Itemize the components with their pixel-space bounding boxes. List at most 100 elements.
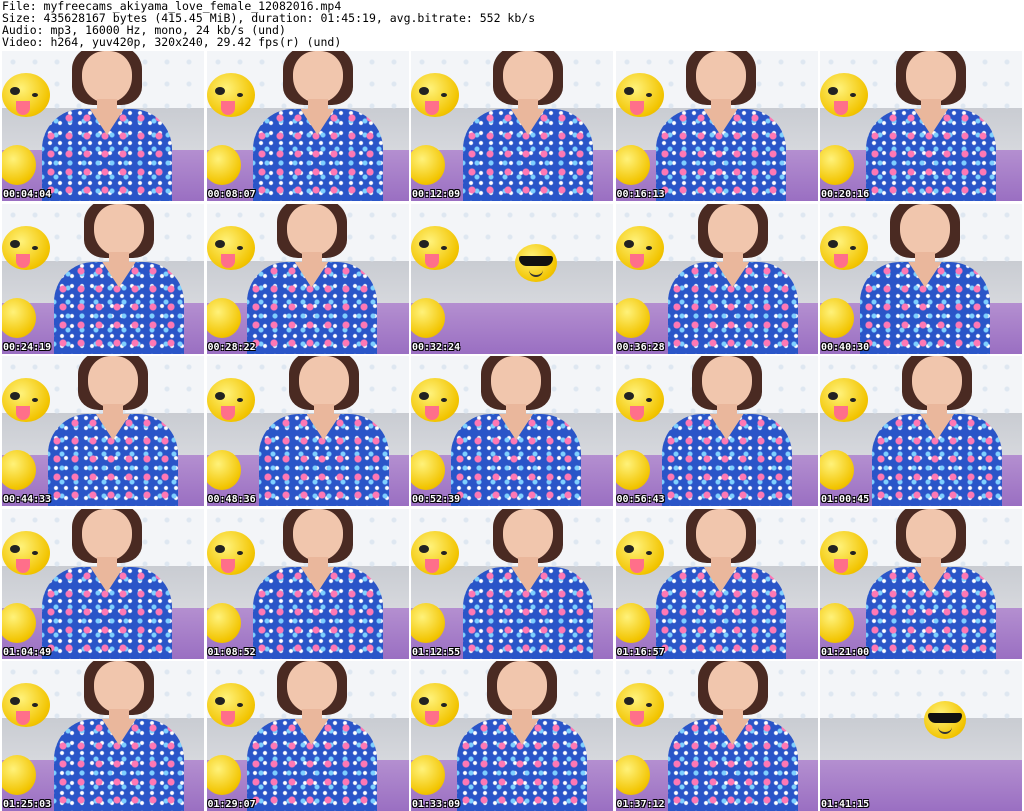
video-thumbnail: 01:00:45 — [820, 356, 1022, 506]
person-face — [491, 356, 541, 408]
video-thumbnail: 01:33:09 — [411, 661, 613, 811]
winking-emoji-pillow-icon — [2, 225, 50, 270]
video-thumbnail: 01:25:03 — [2, 661, 204, 811]
video-thumbnail: 00:36:28 — [615, 203, 818, 354]
winking-emoji-pillow-icon — [2, 378, 50, 422]
person-dress — [54, 261, 184, 354]
wall-pattern — [820, 661, 1022, 721]
video-thumbnail: 00:04:04 — [2, 51, 204, 201]
person-face — [707, 661, 758, 713]
person-dress — [866, 109, 996, 201]
timestamp-label: 01:12:55 — [412, 646, 461, 658]
video-thumbnail: 01:16:57 — [615, 508, 818, 659]
emoji-pillow-icon — [615, 297, 650, 338]
person-figure — [667, 661, 798, 811]
person-face — [94, 661, 144, 713]
winking-emoji-pillow-icon — [820, 378, 868, 422]
winking-emoji-pillow-icon — [411, 73, 459, 117]
timestamp-label: 01:16:57 — [616, 646, 665, 658]
video-thumbnail: 00:20:16 — [820, 51, 1022, 201]
person-face — [298, 356, 349, 408]
emoji-pillow-icon — [820, 297, 854, 338]
timestamp-label: 00:28:22 — [207, 341, 256, 353]
person-dress — [655, 566, 786, 659]
emoji-pillow-icon — [2, 145, 36, 185]
person-figure — [463, 51, 593, 201]
video-thumbnail: 01:37:12 — [615, 661, 818, 811]
video-thumbnail: 01:41:15 — [820, 661, 1022, 811]
video-thumbnail: 00:16:13 — [615, 51, 818, 201]
video-thumbnail: 01:21:00 — [820, 508, 1022, 659]
person-dress — [860, 261, 990, 354]
emoji-pillow-icon — [820, 145, 854, 185]
winking-emoji-pillow-icon — [820, 530, 868, 575]
person-dress — [661, 414, 792, 506]
video-thumbnail: 01:04:49 — [2, 508, 204, 659]
person-figure — [42, 508, 172, 659]
person-face — [900, 203, 950, 256]
person-dress — [872, 414, 1002, 506]
emoji-pillow-icon — [820, 450, 854, 490]
timestamp-label: 01:04:49 — [3, 646, 52, 658]
timestamp-label: 00:44:33 — [3, 494, 52, 505]
timestamp-label: 00:16:13 — [616, 189, 665, 200]
timestamp-label: 00:40:30 — [821, 341, 870, 353]
person-dress — [866, 566, 996, 659]
timestamp-label: 00:04:04 — [3, 189, 52, 200]
person-dress — [246, 261, 377, 354]
person-dress — [451, 414, 581, 506]
person-figure — [457, 661, 587, 811]
person-figure — [872, 356, 1002, 506]
person-dress — [48, 414, 178, 506]
person-figure — [258, 356, 389, 506]
winking-emoji-pillow-icon — [206, 378, 255, 422]
person-face — [286, 661, 337, 713]
emoji-pillow-icon — [206, 450, 241, 490]
timestamp-label: 01:00:45 — [821, 494, 870, 505]
video-thumbnail: 01:12:55 — [411, 508, 613, 659]
emoji-pillow-icon — [206, 755, 241, 795]
person-dress — [54, 719, 184, 811]
person-face — [707, 203, 758, 256]
winking-emoji-pillow-icon — [411, 225, 459, 270]
person-dress — [667, 261, 798, 354]
video-thumbnail: 00:40:30 — [820, 203, 1022, 354]
sunglasses-emoji-pillow-icon — [924, 701, 966, 739]
person-face — [912, 356, 962, 408]
person-face — [292, 51, 343, 103]
person-face — [503, 51, 553, 103]
video-thumbnail: 00:08:07 — [206, 51, 409, 201]
video-thumbnail: 00:44:33 — [2, 356, 204, 506]
timestamp-label: 00:48:36 — [207, 494, 256, 505]
person-dress — [42, 566, 172, 659]
timestamp-label: 01:41:15 — [821, 799, 870, 810]
person-figure — [866, 508, 996, 659]
emoji-pillow-icon — [206, 297, 241, 338]
winking-emoji-pillow-icon — [615, 378, 664, 422]
emoji-pillow-icon — [820, 602, 854, 643]
person-figure — [451, 356, 581, 506]
timestamp-label: 01:08:52 — [207, 646, 256, 658]
timestamp-label: 00:24:19 — [3, 341, 52, 353]
person-figure — [48, 356, 178, 506]
person-figure — [246, 661, 377, 811]
person-figure — [252, 51, 383, 201]
person-dress — [252, 566, 383, 659]
person-face — [695, 508, 746, 561]
video-thumbnail: 00:56:43 — [615, 356, 818, 506]
person-figure — [655, 508, 786, 659]
video-thumbnail: 00:32:24 — [411, 203, 613, 354]
timestamp-label: 01:21:00 — [821, 646, 870, 658]
person-figure — [655, 51, 786, 201]
video-thumbnail: 01:08:52 — [206, 508, 409, 659]
timestamp-label: 00:36:28 — [616, 341, 665, 353]
emoji-pillow-icon — [206, 145, 241, 185]
person-figure — [860, 203, 990, 354]
person-face — [503, 508, 553, 561]
person-face — [82, 51, 132, 103]
thumbnail-grid: 00:04:04 00:08:07 00:12:09 00:16:13 00:20:16… — [2, 51, 1022, 811]
person-dress — [258, 414, 389, 506]
emoji-pillow-icon — [2, 297, 36, 338]
person-figure — [54, 203, 184, 354]
winking-emoji-pillow-icon — [411, 530, 459, 575]
